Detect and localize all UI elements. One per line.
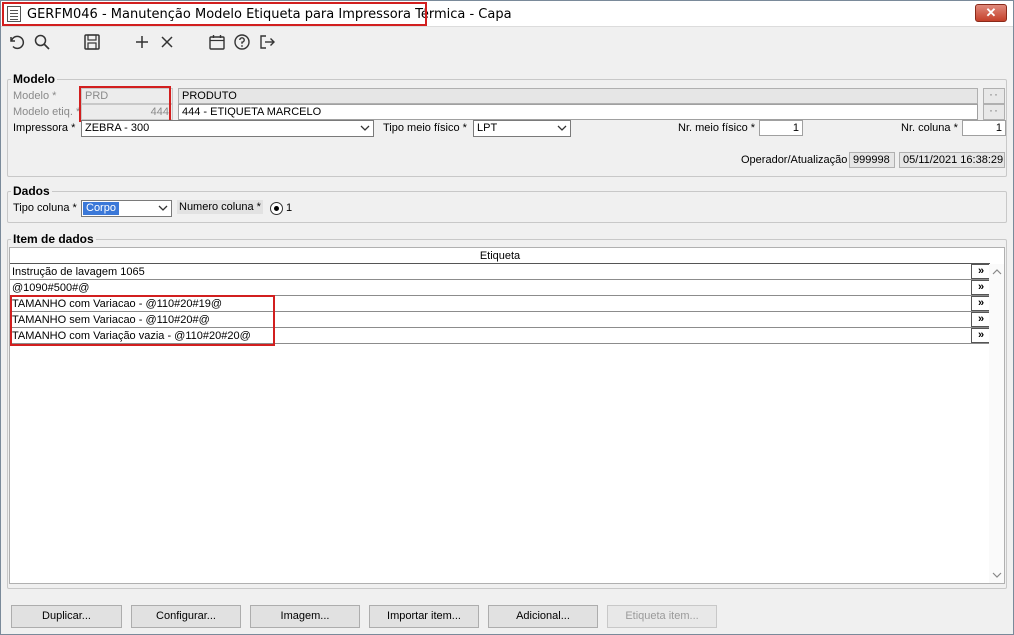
nr-coluna-field[interactable]: 1 (962, 120, 1006, 136)
add-icon[interactable] (131, 32, 153, 52)
row-expand-button[interactable]: » (971, 264, 991, 279)
title-highlight-box (2, 2, 427, 26)
tipo-coluna-value: Corpo (83, 202, 119, 215)
close-button[interactable]: ✕ (975, 4, 1007, 22)
importar-item-button[interactable]: Importar item... (369, 605, 479, 628)
modelo-lookup-button[interactable] (983, 87, 1005, 104)
adicional-button[interactable]: Adicional... (488, 605, 598, 628)
nr-coluna-label: Nr. coluna * (901, 122, 958, 134)
chevron-down-icon (158, 205, 168, 211)
tipo-coluna-label: Tipo coluna * (13, 202, 77, 214)
chevron-down-icon (360, 125, 370, 131)
atualizacao-field: 05/11/2021 16:38:29 (899, 152, 1005, 168)
tipo-meio-select[interactable]: LPT (473, 120, 571, 137)
main-window: GERFM046 - Manutenção Modelo Etiqueta pa… (0, 0, 1014, 635)
table-row[interactable]: @1090#500#@ » (10, 280, 991, 296)
row-text: Instrução de lavagem 1065 (12, 266, 145, 278)
grid-vertical-scrollbar[interactable] (989, 264, 1004, 583)
modelo-desc-field: PRODUTO (178, 88, 978, 104)
tipo-coluna-select[interactable]: Corpo (81, 200, 172, 217)
impressora-label: Impressora * (13, 122, 76, 134)
row-expand-button[interactable]: » (971, 280, 991, 295)
dados-legend: Dados (11, 184, 52, 198)
configurar-button[interactable]: Configurar... (131, 605, 241, 628)
save-icon[interactable] (81, 32, 103, 52)
modelo-etiq-lookup-button[interactable] (983, 103, 1005, 120)
impressora-select[interactable]: ZEBRA - 300 (81, 120, 374, 137)
row-expand-button[interactable]: » (971, 296, 991, 311)
table-row[interactable]: Instrução de lavagem 1065 » (10, 264, 991, 280)
delete-icon[interactable] (156, 32, 178, 52)
operador-label: Operador/Atualização (741, 154, 848, 166)
exit-icon[interactable] (256, 32, 278, 52)
chevron-down-icon (557, 125, 567, 131)
numero-coluna-label: Numero coluna * (177, 200, 263, 214)
row-text: @1090#500#@ (12, 282, 90, 294)
numero-coluna-radio[interactable] (270, 202, 283, 215)
calendar-icon[interactable] (206, 32, 228, 52)
operador-field: 999998 (849, 152, 895, 168)
nr-meio-label: Nr. meio físico * (678, 122, 756, 134)
row-expand-button[interactable]: » (971, 328, 991, 343)
numero-coluna-value: 1 (286, 202, 293, 214)
modelo-legend: Modelo (11, 72, 57, 86)
modelo-label: Modelo * (13, 90, 57, 102)
item-dados-legend: Item de dados (11, 232, 96, 246)
modelo-etiq-desc-field: 444 - ETIQUETA MARCELO (178, 104, 978, 120)
search-icon[interactable] (31, 32, 53, 52)
scroll-up-icon[interactable] (992, 267, 1002, 277)
modelo-etiq-label: Modelo etiq. * (13, 106, 81, 118)
scroll-down-icon[interactable] (992, 570, 1002, 580)
tipo-meio-value: LPT (477, 122, 498, 134)
tipo-meio-label: Tipo meio físico * (383, 122, 467, 134)
impressora-value: ZEBRA - 300 (85, 122, 150, 134)
rows-highlight-box (10, 295, 275, 346)
modelo-highlight-box (79, 86, 171, 122)
etiqueta-column-header: Etiqueta (10, 248, 990, 264)
etiqueta-item-button: Etiqueta item... (607, 605, 717, 628)
imagem-button[interactable]: Imagem... (250, 605, 360, 628)
title-bar: GERFM046 - Manutenção Modelo Etiqueta pa… (1, 1, 1013, 27)
undo-icon[interactable] (5, 32, 27, 52)
help-icon[interactable] (231, 32, 253, 52)
duplicar-button[interactable]: Duplicar... (11, 605, 122, 628)
etiqueta-grid: Etiqueta Instrução de lavagem 1065 » @10… (9, 247, 1005, 584)
row-expand-button[interactable]: » (971, 312, 991, 327)
nr-meio-field[interactable]: 1 (759, 120, 803, 136)
toolbar (1, 28, 1013, 56)
